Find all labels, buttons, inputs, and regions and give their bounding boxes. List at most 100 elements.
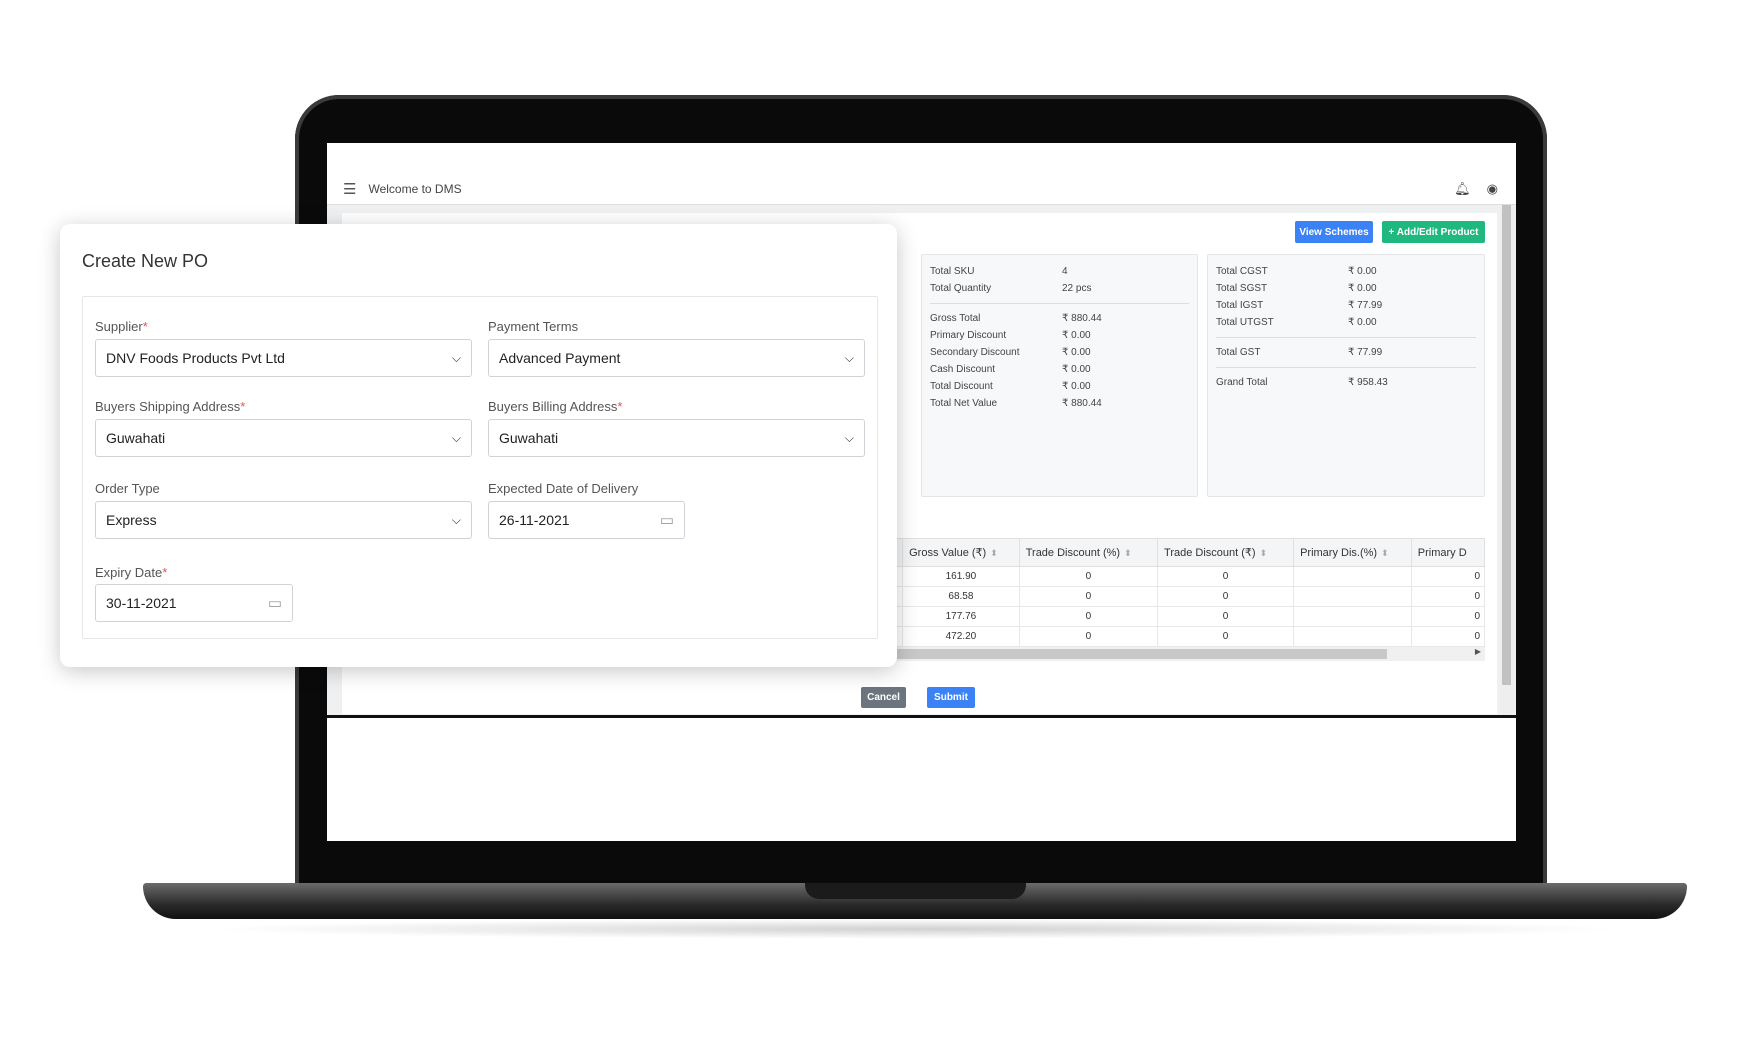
column-header-label: Trade Discount (%) [1025, 546, 1121, 559]
table-cell: 0 [1018, 586, 1159, 607]
expiry-date-label: Expiry Date* [95, 565, 168, 580]
payment-terms-label: Payment Terms [488, 319, 579, 334]
summary-label: Total SKU [930, 266, 975, 277]
summary-row: Total SGST ₹ 0.00 [1216, 280, 1476, 297]
app-title: Welcome to DMS [368, 182, 462, 196]
table-cell: 0 [1018, 626, 1159, 647]
chevron-down-icon: ⌵ [451, 512, 461, 527]
calendar-icon[interactable]: ▭ [268, 594, 282, 612]
sort-icon[interactable]: ⬍ [1124, 548, 1132, 558]
summary-row: Primary Discount ₹ 0.00 [930, 327, 1189, 344]
table-cell: 0 [1157, 626, 1295, 647]
menu-icon[interactable]: ☰ [343, 180, 356, 198]
shipping-address-label: Buyers Shipping Address* [95, 399, 246, 414]
create-po-modal: Create New PO Supplier* DNV Foods Produc… [60, 224, 897, 667]
calendar-icon[interactable]: ▭ [660, 511, 674, 529]
summary-label: Total GST [1216, 347, 1261, 358]
summary-value: ₹ 0.00 [1062, 381, 1091, 392]
user-circle-icon[interactable]: ◉ [1487, 181, 1498, 197]
vertical-scrollbar[interactable] [1500, 205, 1513, 715]
billing-address-label: Buyers Billing Address* [488, 399, 623, 414]
billing-address-select[interactable]: Guwahati ⌵ [488, 419, 865, 457]
table-cell: 0 [1410, 626, 1485, 647]
summary-row: Secondary Discount ₹ 0.00 [930, 344, 1189, 361]
summary-value: ₹ 77.99 [1348, 300, 1383, 311]
column-header[interactable]: Trade Discount (%) ⬍ [1018, 538, 1159, 567]
summary-value: ₹ 0.00 [1062, 347, 1091, 358]
sort-icon[interactable]: ⬍ [1381, 548, 1389, 558]
add-edit-product-button[interactable]: + Add/Edit Product [1382, 221, 1485, 243]
order-type-label: Order Type [95, 481, 160, 496]
column-header-label: Trade Discount (₹) [1164, 547, 1256, 559]
column-header-label: Primary D [1417, 546, 1467, 559]
expiry-date-input[interactable]: 30-11-2021 ▭ [95, 584, 293, 622]
table-cell: 0 [1410, 586, 1485, 607]
view-schemes-button[interactable]: View Schemes [1295, 221, 1373, 243]
chevron-down-icon: ⌵ [844, 430, 854, 445]
column-header[interactable]: Primary Dis.(%) ⬍ [1293, 538, 1412, 567]
modal-title: Create New PO [82, 251, 209, 271]
table-cell [1293, 626, 1412, 647]
summary-row: Total Discount ₹ 0.00 [930, 378, 1189, 395]
table-cell: 0 [1018, 566, 1159, 587]
summary-label: Gross Total [930, 313, 981, 324]
summary-label: Cash Discount [930, 364, 996, 375]
payment-terms-select[interactable]: Advanced Payment ⌵ [488, 339, 865, 377]
column-header[interactable]: Gross Value (₹) ⬍ [902, 538, 1020, 567]
po-form: Supplier* DNV Foods Products Pvt Ltd ⌵ Pa… [82, 296, 878, 639]
order-type-select[interactable]: Express ⌵ [95, 501, 472, 539]
summary-row: Total CGST ₹ 0.00 [1216, 263, 1476, 280]
divider [327, 715, 1516, 718]
summary-label: Total CGST [1216, 266, 1268, 277]
summary-row: Total UTGST ₹ 0.00 [1216, 314, 1476, 331]
table-cell: 68.58 [902, 586, 1020, 607]
summary-value: ₹ 0.00 [1062, 364, 1091, 375]
column-header-label: Primary Dis.(%) [1300, 546, 1378, 559]
summary-label: Total IGST [1216, 300, 1264, 311]
summary-row: Total Quantity 22 pcs [930, 280, 1189, 297]
table-cell: 161.90 [902, 566, 1020, 587]
table-cell [1293, 606, 1412, 627]
summary-label: Primary Discount [930, 330, 1007, 341]
supplier-label: Supplier* [95, 319, 148, 334]
summary-label: Total UTGST [1216, 317, 1274, 328]
summary-row: Total SKU 4 [930, 263, 1189, 280]
shipping-address-select[interactable]: Guwahati ⌵ [95, 419, 472, 457]
bell-icon[interactable]: 🔔︎ [1454, 181, 1471, 197]
table-cell [1293, 586, 1412, 607]
app-header: ☰ Welcome to DMS 🔔︎ ◉ [327, 174, 1516, 205]
summary-row: Grand Total ₹ 958.43 [1216, 374, 1476, 391]
summary-row: Total GST ₹ 77.99 [1216, 344, 1476, 361]
column-header[interactable]: Primary D [1410, 538, 1485, 567]
summary-label: Total Discount [930, 381, 993, 392]
table-cell: 0 [1018, 606, 1159, 627]
table-cell [1293, 566, 1412, 587]
summary-taxes: Total CGST ₹ 0.00 Total SGST ₹ 0.00 Total IG… [1207, 254, 1485, 497]
sort-icon[interactable]: ⬍ [990, 548, 998, 558]
summary-row: Cash Discount ₹ 0.00 [930, 361, 1189, 378]
laptop-notch [805, 883, 1026, 899]
submit-button[interactable]: Submit [927, 687, 975, 708]
summary-row: Gross Total ₹ 880.44 [930, 310, 1189, 327]
laptop-shadow [200, 919, 1630, 939]
table-cell: 0 [1410, 606, 1485, 627]
cancel-button[interactable]: Cancel [861, 687, 906, 708]
summary-value: 22 pcs [1062, 283, 1092, 294]
table-cell: 177.76 [902, 606, 1020, 627]
delivery-date-input[interactable]: 26-11-2021 ▭ [488, 501, 685, 539]
summary-totals: Total SKU 4 Total Quantity 22 pcs Gross Tota… [921, 254, 1198, 497]
column-header-label: Gross Value (₹) [909, 547, 987, 559]
chevron-down-icon: ⌵ [451, 430, 461, 445]
column-header[interactable]: Trade Discount (₹) ⬍ [1157, 538, 1295, 567]
supplier-select[interactable]: DNV Foods Products Pvt Ltd ⌵ [95, 339, 472, 377]
summary-value: ₹ 0.00 [1348, 283, 1377, 294]
summary-value: ₹ 77.99 [1348, 347, 1383, 358]
summary-value: ₹ 880.44 [1062, 313, 1102, 324]
table-cell: 0 [1157, 566, 1295, 587]
summary-value: ₹ 0.00 [1062, 330, 1091, 341]
sort-icon[interactable]: ⬍ [1260, 548, 1268, 558]
summary-value: ₹ 0.00 [1348, 266, 1377, 277]
summary-value: ₹ 880.44 [1062, 398, 1102, 409]
summary-label: Total Net Value [930, 398, 998, 409]
summary-row: Total IGST ₹ 77.99 [1216, 297, 1476, 314]
